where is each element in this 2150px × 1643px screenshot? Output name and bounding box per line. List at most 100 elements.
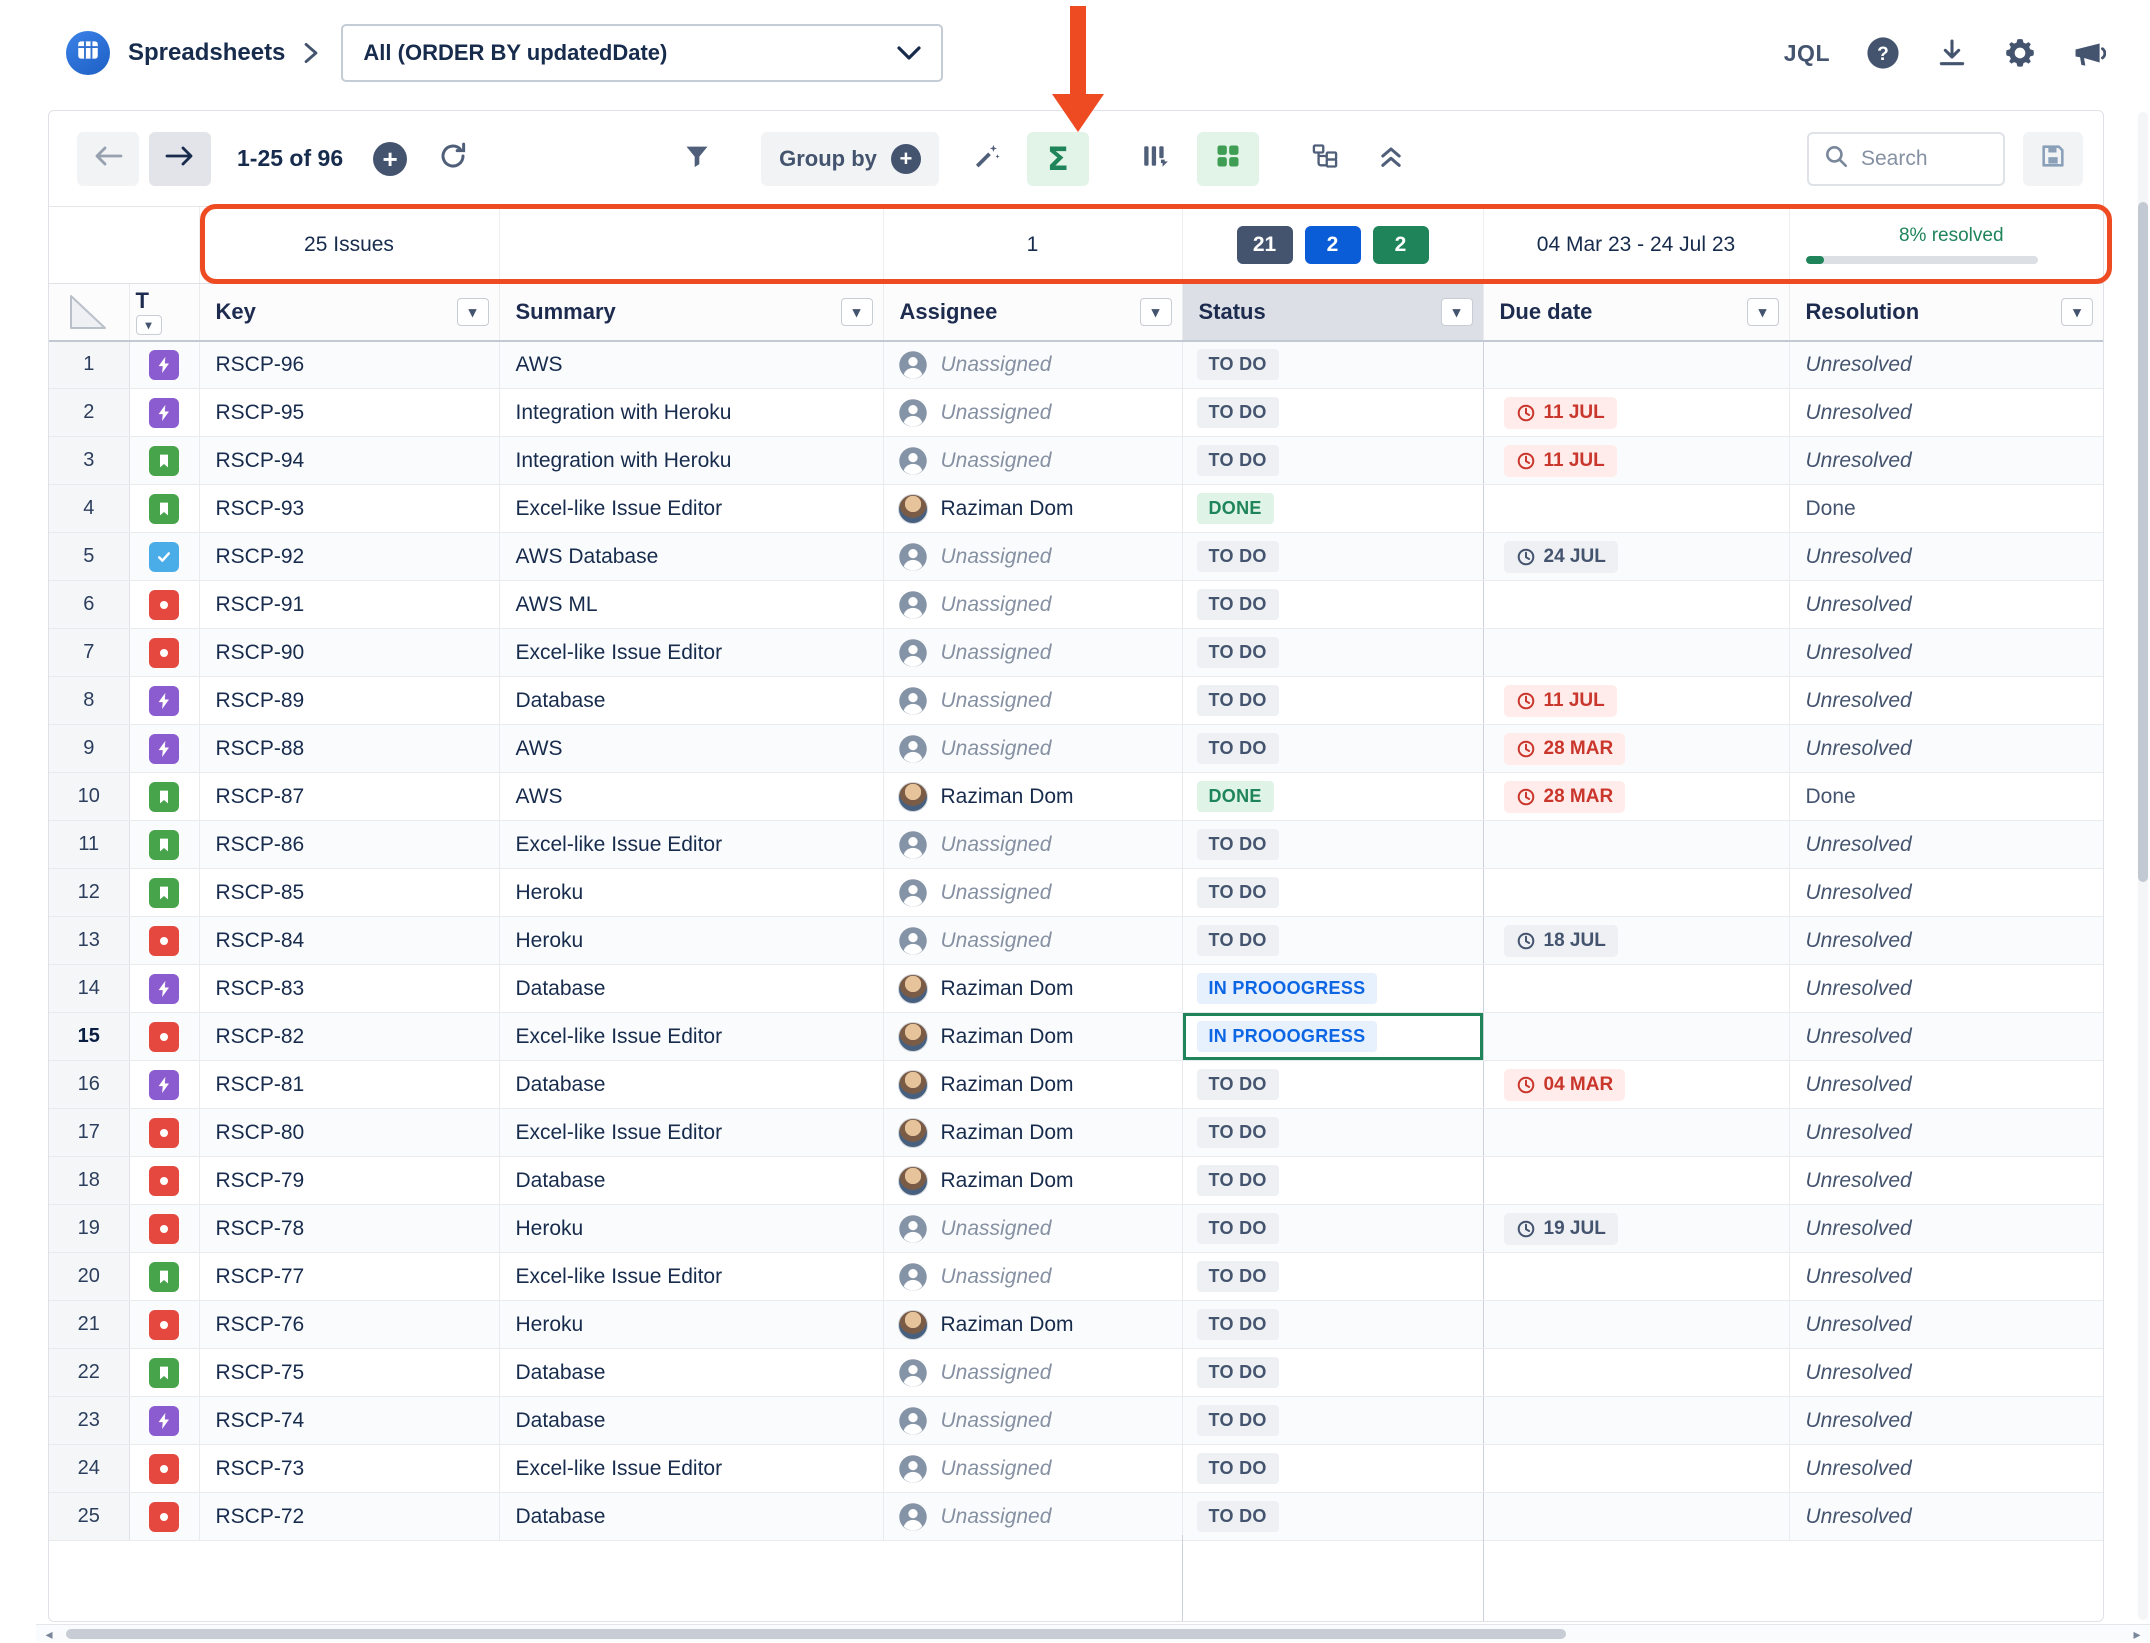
summary-cell[interactable]: Excel-like Issue Editor [499,1445,883,1493]
due-date-cell[interactable] [1483,1157,1789,1205]
issue-key-cell[interactable]: RSCP-72 [199,1493,499,1541]
issue-key-cell[interactable]: RSCP-86 [199,821,499,869]
issue-key-cell[interactable]: RSCP-75 [199,1349,499,1397]
resolution-cell[interactable]: Unresolved [1789,437,2103,485]
announcement-icon[interactable] [2072,36,2106,70]
issue-key-cell[interactable]: RSCP-78 [199,1205,499,1253]
settings-gear-icon[interactable] [2004,37,2036,69]
resolution-cell[interactable]: Unresolved [1789,533,2103,581]
column-header-summary[interactable]: Summary▾ [499,283,883,341]
issue-key-cell[interactable]: RSCP-89 [199,677,499,725]
status-cell[interactable]: TO DO [1182,1061,1483,1109]
summary-cell[interactable]: AWS [499,725,883,773]
summary-cell[interactable]: Excel-like Issue Editor [499,485,883,533]
issue-type-cell[interactable] [129,1493,199,1541]
assignee-cell[interactable]: Unassigned [883,533,1182,581]
help-icon[interactable]: ? [1866,36,1900,70]
chevron-down-icon[interactable]: ▾ [1441,298,1473,326]
search-box[interactable] [1807,132,2005,186]
summary-cell[interactable]: Database [499,1397,883,1445]
issue-type-cell[interactable] [129,485,199,533]
back-arrow-button[interactable] [77,132,139,186]
due-date-cell[interactable] [1483,341,1789,389]
issue-key-cell[interactable]: RSCP-84 [199,917,499,965]
issue-type-cell[interactable] [129,1349,199,1397]
row-number[interactable]: 15 [49,1013,129,1061]
assignee-cell[interactable]: Unassigned [883,1445,1182,1493]
summary-cell[interactable]: Database [499,1157,883,1205]
issue-type-cell[interactable] [129,725,199,773]
row-number[interactable]: 25 [49,1493,129,1541]
row-number[interactable]: 18 [49,1157,129,1205]
assignee-cell[interactable]: Unassigned [883,1397,1182,1445]
horizontal-scrollbar-thumb[interactable] [66,1629,1566,1639]
assignee-cell[interactable]: Raziman Dom [883,773,1182,821]
resolution-cell[interactable]: Unresolved [1789,1397,2103,1445]
row-number[interactable]: 1 [49,341,129,389]
status-cell[interactable]: TO DO [1182,437,1483,485]
row-number[interactable]: 22 [49,1349,129,1397]
assignee-cell[interactable]: Unassigned [883,725,1182,773]
due-date-cell[interactable]: 18 JUL [1483,917,1789,965]
issue-key-cell[interactable]: RSCP-93 [199,485,499,533]
scroll-right-icon[interactable]: ▸ [2124,1625,2150,1643]
assignee-cell[interactable]: Unassigned [883,581,1182,629]
resolution-cell[interactable]: Unresolved [1789,1445,2103,1493]
due-date-cell[interactable] [1483,1397,1789,1445]
summary-cell[interactable]: Database [499,1349,883,1397]
status-cell[interactable]: IN PROOOGRESS [1182,965,1483,1013]
vertical-scrollbar-thumb[interactable] [2138,202,2148,882]
issue-key-cell[interactable]: RSCP-87 [199,773,499,821]
summary-cell[interactable]: AWS ML [499,581,883,629]
resolution-cell[interactable]: Unresolved [1789,869,2103,917]
summary-cell[interactable]: AWS [499,341,883,389]
issue-key-cell[interactable]: RSCP-85 [199,869,499,917]
assignee-cell[interactable]: Raziman Dom [883,1157,1182,1205]
assignee-cell[interactable]: Unassigned [883,341,1182,389]
due-date-cell[interactable] [1483,965,1789,1013]
status-cell[interactable]: TO DO [1182,1493,1483,1541]
due-date-cell[interactable] [1483,629,1789,677]
status-cell[interactable]: TO DO [1182,1253,1483,1301]
issue-type-cell[interactable] [129,1061,199,1109]
issue-type-cell[interactable] [129,1253,199,1301]
due-date-cell[interactable] [1483,1493,1789,1541]
issue-type-cell[interactable] [129,773,199,821]
issue-type-cell[interactable] [129,389,199,437]
row-number[interactable]: 24 [49,1445,129,1493]
status-cell[interactable]: TO DO [1182,1109,1483,1157]
resolution-cell[interactable]: Unresolved [1789,1205,2103,1253]
summary-cell[interactable]: Database [499,965,883,1013]
row-number[interactable]: 14 [49,965,129,1013]
resolution-cell[interactable]: Done [1789,773,2103,821]
assignee-cell[interactable]: Raziman Dom [883,485,1182,533]
due-date-cell[interactable] [1483,485,1789,533]
row-number[interactable]: 12 [49,869,129,917]
grid-view-button[interactable] [1197,132,1259,186]
resolution-cell[interactable]: Unresolved [1789,1157,2103,1205]
assignee-cell[interactable]: Raziman Dom [883,1301,1182,1349]
chevron-down-icon[interactable]: ▾ [841,298,873,326]
assignee-cell[interactable]: Unassigned [883,869,1182,917]
status-cell[interactable]: TO DO [1182,629,1483,677]
resolution-cell[interactable]: Unresolved [1789,917,2103,965]
status-cell[interactable]: IN PROOOGRESS [1182,1013,1483,1061]
row-number[interactable]: 3 [49,437,129,485]
issue-type-cell[interactable] [129,821,199,869]
row-number[interactable]: 10 [49,773,129,821]
assignee-cell[interactable]: Unassigned [883,437,1182,485]
issue-key-cell[interactable]: RSCP-76 [199,1301,499,1349]
row-number[interactable]: 16 [49,1061,129,1109]
resolution-cell[interactable]: Unresolved [1789,677,2103,725]
due-date-cell[interactable]: 28 MAR [1483,725,1789,773]
summary-cell[interactable]: Excel-like Issue Editor [499,629,883,677]
column-header-status[interactable]: Status▾ [1182,283,1483,341]
resolution-cell[interactable]: Unresolved [1789,1493,2103,1541]
issue-key-cell[interactable]: RSCP-95 [199,389,499,437]
due-date-cell[interactable]: 24 JUL [1483,533,1789,581]
resolution-cell[interactable]: Unresolved [1789,725,2103,773]
filter-button[interactable] [673,132,721,186]
summary-cell[interactable]: AWS [499,773,883,821]
summary-cell[interactable]: Excel-like Issue Editor [499,821,883,869]
issue-key-cell[interactable]: RSCP-73 [199,1445,499,1493]
